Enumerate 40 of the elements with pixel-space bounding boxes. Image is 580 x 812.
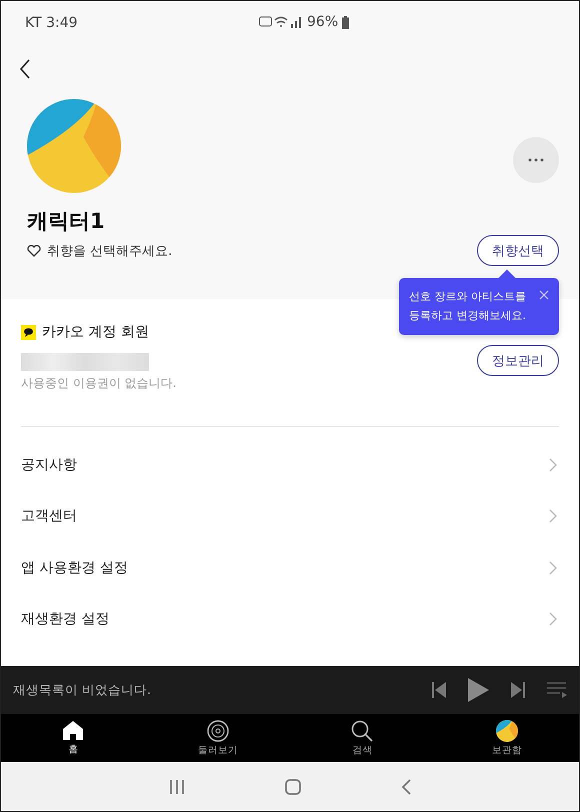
chevron-right-icon xyxy=(549,612,557,626)
menu-item[interactable]: 재생환경 설정 xyxy=(1,594,579,645)
more-icon xyxy=(528,158,544,162)
chat-bubble-icon xyxy=(21,324,36,340)
home-icon xyxy=(62,720,84,741)
chevron-right-icon xyxy=(549,509,557,524)
nav-tab[interactable]: 둘러보기 xyxy=(146,714,290,762)
carrier-time: KT 3:49 xyxy=(25,15,78,31)
recent-apps-icon[interactable] xyxy=(169,778,185,794)
back-button-icon[interactable] xyxy=(401,778,411,794)
playlist-empty-message: 재생목록이 비었습니다. xyxy=(13,682,151,698)
chevron-right-icon xyxy=(549,560,557,575)
account-manage-button[interactable]: 정보관리 xyxy=(477,345,559,376)
play-icon[interactable] xyxy=(468,678,489,702)
search-icon xyxy=(351,720,374,742)
menu-item[interactable]: 앱 사용환경 설정 xyxy=(1,542,579,594)
menu-item[interactable]: 고객센터 xyxy=(1,490,579,542)
playlist-icon[interactable] xyxy=(547,682,567,698)
subscription-status: 사용중인 이용권이 없습니다. xyxy=(21,375,176,392)
next-icon[interactable] xyxy=(511,682,525,698)
menu-item[interactable]: 공지사항 xyxy=(1,439,579,490)
taste-prompt: 취향을 선택해주세요. xyxy=(47,242,172,260)
nav-tab[interactable]: 검색 xyxy=(290,714,434,762)
previous-icon[interactable] xyxy=(432,682,446,698)
profile-avatar-icon xyxy=(496,720,518,742)
taste-select-button[interactable]: 취향선택 xyxy=(477,235,559,266)
status-icons xyxy=(259,15,303,29)
battery-icon xyxy=(342,16,350,28)
chevron-right-icon xyxy=(549,458,557,472)
nav-tab[interactable]: 홈 xyxy=(1,714,146,762)
tooltip-text: 선호 장르와 아티스트를 등록하고 변경해보세요. xyxy=(409,290,526,322)
battery-percent: 96% xyxy=(307,14,338,30)
close-icon[interactable] xyxy=(539,290,549,300)
nav-tab[interactable]: 보관함 xyxy=(434,714,579,762)
home-button-icon[interactable] xyxy=(285,778,301,794)
profile-name: 캐릭터1 xyxy=(26,208,106,235)
disc-icon xyxy=(206,720,229,742)
account-type: 카카오 계정 회원 xyxy=(42,323,149,341)
heart-icon xyxy=(27,244,41,256)
back-icon[interactable] xyxy=(19,59,31,79)
